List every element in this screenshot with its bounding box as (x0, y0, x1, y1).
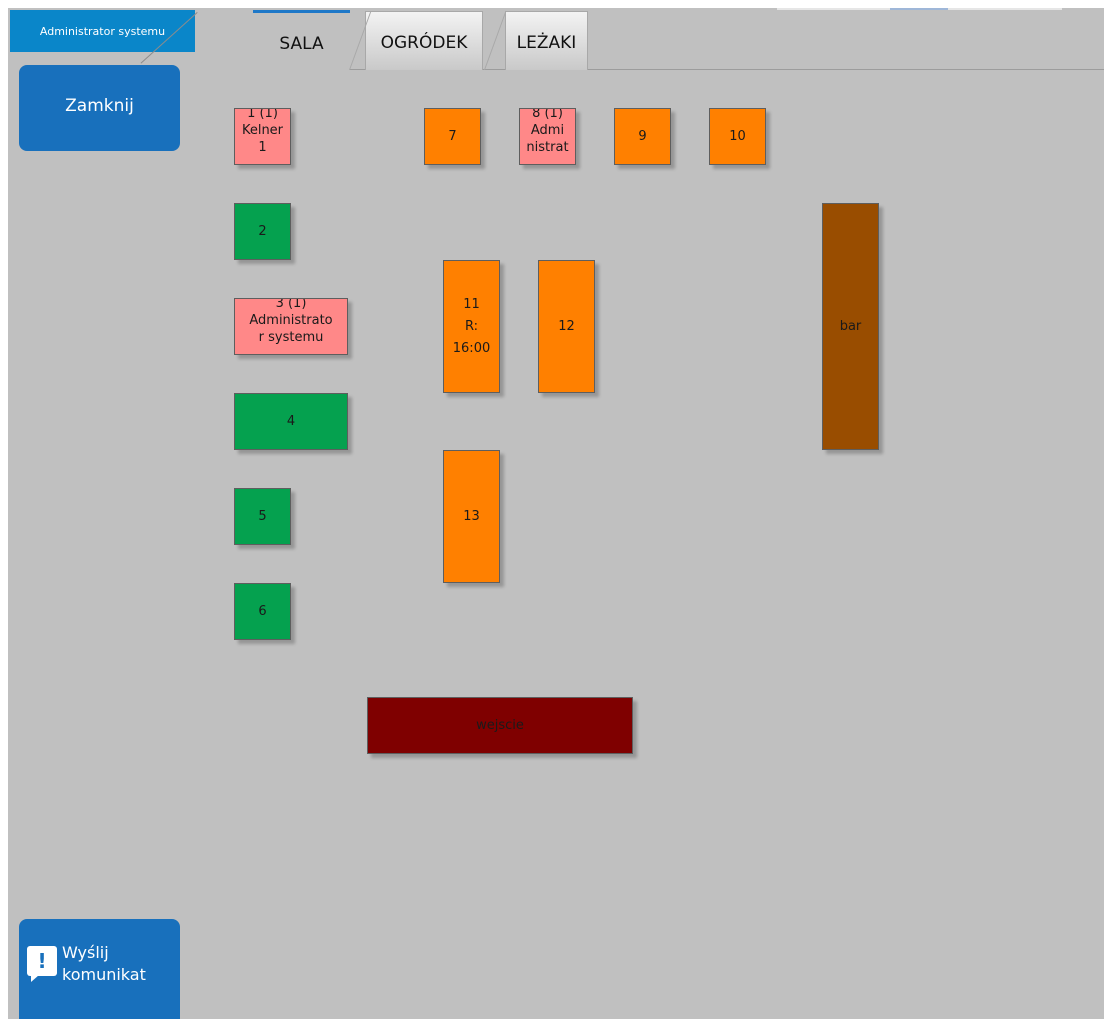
current-user-badge: Administrator systemu (10, 10, 195, 52)
table-2[interactable]: 2 (234, 203, 291, 260)
table-3-label: 3 (1) Administrato r systemu (249, 298, 333, 345)
message-alert-icon: ! (27, 946, 57, 982)
table-10-label: 10 (729, 129, 746, 144)
top-divider-accent (890, 8, 948, 10)
tab-lezaki[interactable]: LEŻAKI (505, 11, 588, 70)
tab-sala[interactable]: SALA (253, 10, 350, 71)
table-2-label: 2 (258, 224, 267, 239)
top-divider (948, 8, 1062, 10)
table-9-label: 9 (638, 129, 647, 144)
table-11-label: 11 R: 16:00 (452, 296, 491, 356)
send-message-button[interactable]: ! Wyślij komunikat (19, 919, 180, 1019)
table-7-label: 7 (448, 129, 457, 144)
table-13-label: 13 (463, 509, 480, 524)
table-4-label: 4 (286, 414, 296, 429)
bar-area[interactable]: bar (822, 203, 879, 450)
table-1-label: 1 (1) Kelner 1 (241, 108, 284, 155)
table-7[interactable]: 7 (424, 108, 481, 165)
table-10[interactable]: 10 (709, 108, 766, 165)
table-12[interactable]: 12 (538, 260, 595, 393)
bar-label: bar (839, 319, 862, 334)
table-8-label: 8 (1) Admi nistrat (526, 108, 569, 155)
table-5-label: 5 (258, 509, 267, 524)
table-6-label: 6 (258, 604, 267, 619)
table-4[interactable]: 4 (234, 393, 348, 450)
entrance-label: wejscie (476, 718, 524, 733)
table-1[interactable]: 1 (1) Kelner 1 (234, 108, 291, 165)
table-12-label: 12 (558, 319, 575, 334)
table-3[interactable]: 3 (1) Administrato r systemu (234, 298, 348, 355)
send-message-label: Wyślij komunikat (62, 943, 146, 984)
table-8[interactable]: 8 (1) Admi nistrat (519, 108, 576, 165)
entrance-area[interactable]: wejscie (367, 697, 633, 754)
table-6[interactable]: 6 (234, 583, 291, 640)
tab-ogrodek[interactable]: OGRÓDEK (365, 11, 483, 70)
table-5[interactable]: 5 (234, 488, 291, 545)
table-9[interactable]: 9 (614, 108, 671, 165)
table-13[interactable]: 13 (443, 450, 500, 583)
close-button[interactable]: Zamknij (19, 65, 180, 151)
table-11[interactable]: 11 R: 16:00 (443, 260, 500, 393)
top-divider (777, 8, 890, 10)
